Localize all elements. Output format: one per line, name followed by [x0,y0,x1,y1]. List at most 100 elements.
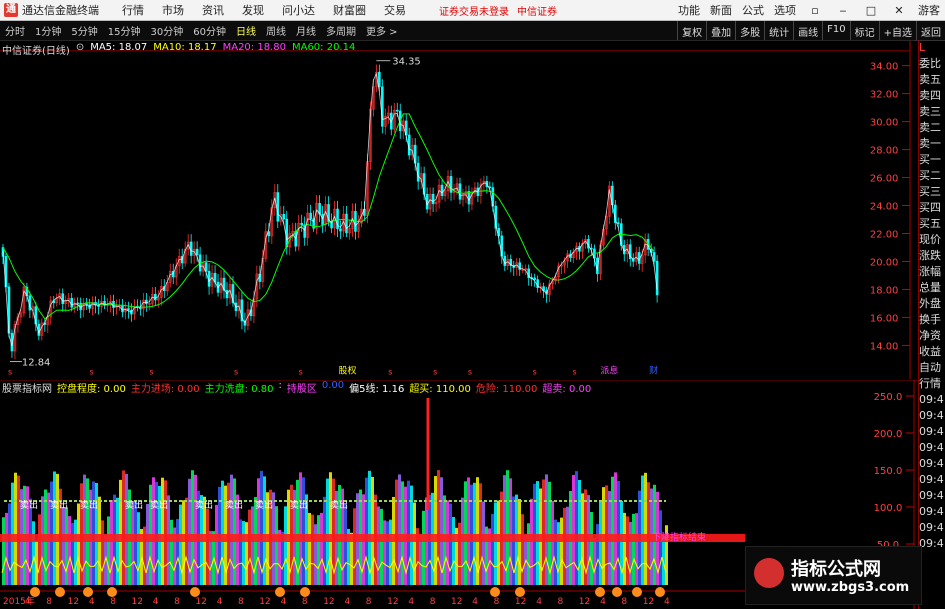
sell-signal-label: 卖出 [290,499,308,511]
app-logo-icon: 通 [4,3,18,17]
event-marker-icon[interactable] [83,587,93,597]
menu-faxian[interactable]: 发现 [242,2,264,18]
indicator-bar [8,503,11,585]
time-tick-label: 12 [132,597,143,607]
tf-15min[interactable]: 15分钟 [106,23,143,38]
indicator-bar [161,477,164,585]
indicator-bar [5,512,8,585]
trade-login-status[interactable]: 证券交易未登录 [439,3,509,18]
menu-wenxiaoda[interactable]: 问小达 [282,2,315,18]
event-marker-icon[interactable] [490,587,500,597]
kline-chart[interactable]: 34.00 32.00 30.00 28.00 26.00 24.00 22.00 20.00… [0,40,914,380]
quote-field-label: 买二 [919,169,941,182]
indicator-bar [74,519,77,585]
ind-item-1: 主力进场: 0.00 [130,384,200,395]
indicator-tick-label: 150.0 [874,466,903,477]
quote-field-label: 涨幅 [919,265,941,278]
event-marker-icon[interactable] [107,587,117,597]
event-marker-icon[interactable] [595,587,605,597]
event-marker-icon[interactable] [612,587,622,597]
menu-caifuquan[interactable]: 财富圈 [333,2,366,18]
event-marker-icon[interactable] [55,587,65,597]
tf-30min[interactable]: 30分钟 [148,23,185,38]
tf-more[interactable]: 更多 > [364,23,400,38]
time-tick-label: 4 [25,597,31,607]
add-watchlist-button[interactable]: +自选 [878,21,916,40]
finance-marker[interactable]: 财 [649,364,658,376]
indicator-bar [617,481,620,585]
f10-button[interactable]: F10 [822,21,849,40]
event-marker-icon[interactable] [515,587,525,597]
indicator-bar [482,501,485,585]
menu-gongneng[interactable]: 功能 [678,2,700,18]
price-tick-label: 28.00 [870,146,898,157]
maximize-icon[interactable]: □ [862,4,880,17]
tf-daily[interactable]: 日线 [234,23,258,38]
ind-item-0: 控盘程度: 0.00 [57,384,126,395]
minimize-icon[interactable]: ‒ [834,4,852,17]
tick-time-label: 09:4 [919,473,944,486]
back-button[interactable]: 返回 [916,21,945,40]
candle-body [127,308,130,311]
stock-name[interactable]: 中信证券(日线) [2,42,70,57]
indicator-info-line: 股票指标网 控盘程度: 0.00 主力进场: 0.00 主力洗盘: 0.80 :… [2,380,591,395]
user-label[interactable]: 游客 [918,2,940,18]
ma-toggle-icon[interactable]: ⊙ [76,42,84,57]
time-tick-label: 8 [302,597,308,607]
menu-gongshi[interactable]: 公式 [742,2,764,18]
indicator-bar [119,479,122,585]
overlay-button[interactable]: 叠加 [706,21,735,40]
quote-field-label: 卖四 [919,89,941,102]
tf-fenshi[interactable]: 分时 [3,23,27,38]
mark-button[interactable]: 标记 [849,21,879,40]
window-restore-icon[interactable]: ▫ [806,4,824,17]
event-marker-icon[interactable] [275,587,285,597]
close-icon[interactable]: ✕ [890,4,908,17]
equity-marker[interactable]: 股权 [339,364,357,376]
indicator-bar [2,517,5,585]
indicator-bar [239,519,242,585]
indicator-bar [464,481,467,585]
indicator-bar [647,482,650,585]
menu-hangqing[interactable]: 行情 [122,2,144,18]
ex-rights-marker: s [8,367,12,376]
menu-shichang[interactable]: 市场 [162,2,184,18]
candle-body [616,222,620,224]
ex-rights-marker: s [533,367,537,376]
ex-rights-marker: s [468,367,472,376]
candle-body [85,303,88,305]
menu-xinmian[interactable]: 新面 [710,2,732,18]
indicator-bar [317,515,320,585]
price-tick-label: 26.00 [870,174,898,185]
tf-weekly[interactable]: 周线 [264,23,288,38]
indicator-bar [125,473,128,585]
tf-multi[interactable]: 多周期 [324,23,358,38]
tf-monthly[interactable]: 月线 [294,23,318,38]
fuquan-button[interactable]: 复权 [677,21,706,40]
stats-button[interactable]: 统计 [764,21,793,40]
indicator-bar [77,503,80,585]
price-tick-label: 22.00 [870,229,898,240]
event-marker-icon[interactable] [190,587,200,597]
indicator-bar [134,501,137,585]
indicator-bar [14,472,17,585]
draw-line-button[interactable]: 画线 [793,21,822,40]
indicator-bar [311,514,314,585]
ma20-label: MA20: 18.80 [222,42,286,53]
tf-5min[interactable]: 5分钟 [69,23,99,38]
menu-xuanxiang[interactable]: 选项 [774,2,796,18]
multi-stock-button[interactable]: 多股 [735,21,764,40]
menu-jiaoyi[interactable]: 交易 [384,2,406,18]
tf-1min[interactable]: 1分钟 [33,23,63,38]
event-marker-icon[interactable] [30,587,40,597]
ind-item-2: 主力洗盘: 0.80 [204,384,274,395]
dividend-marker[interactable]: 派息 [600,364,618,376]
tf-60min[interactable]: 60分钟 [191,23,228,38]
event-marker-icon[interactable] [632,587,642,597]
event-marker-icon[interactable] [300,587,310,597]
menu-zixun[interactable]: 资讯 [202,2,224,18]
tick-time-label: 09:4 [919,409,944,422]
indicator-name[interactable]: 股票指标网 [2,380,52,395]
time-tick-label: 4 [281,597,287,607]
event-marker-icon[interactable] [655,587,665,597]
